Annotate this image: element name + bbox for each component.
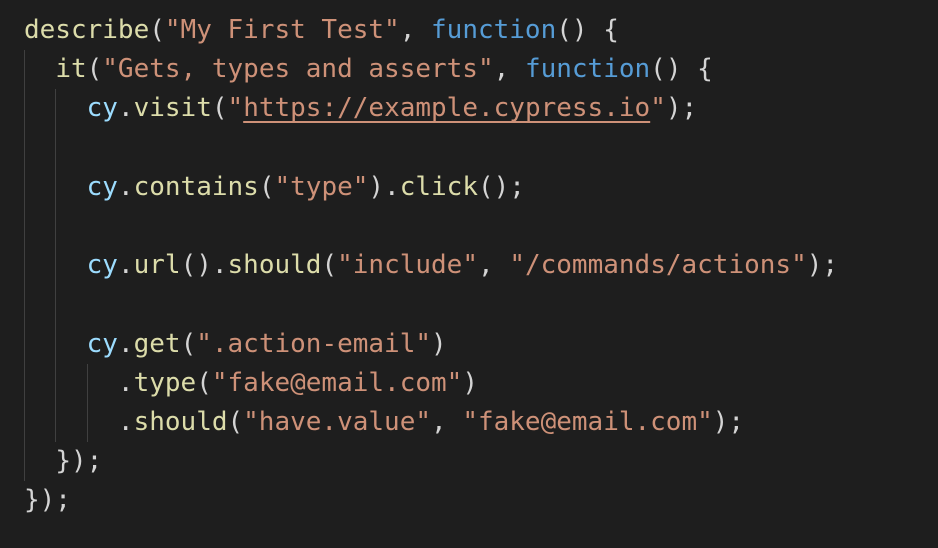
code-token: ) bbox=[462, 367, 478, 398]
code-token: (); bbox=[478, 171, 525, 202]
code-token: ".action-email" bbox=[196, 328, 432, 359]
code-token: "fake@email.com" bbox=[211, 367, 463, 398]
code-editor[interactable]: describe("My First Test", function() { i… bbox=[0, 0, 938, 548]
code-token: type bbox=[133, 367, 197, 398]
code-token: contains bbox=[133, 171, 259, 202]
code-token: "fake@email.com" bbox=[462, 406, 713, 437]
code-token: () { bbox=[556, 15, 619, 45]
code-token: . bbox=[117, 171, 134, 202]
code-line[interactable] bbox=[24, 129, 838, 168]
code-token: . bbox=[117, 250, 134, 281]
code-area[interactable]: describe("My First Test", function() { i… bbox=[24, 11, 838, 520]
code-token: . bbox=[117, 328, 134, 359]
code-token: "type" bbox=[274, 171, 369, 202]
code-token: }); bbox=[24, 485, 71, 516]
code-line[interactable]: cy.visit("https://example.cypress.io"); bbox=[24, 89, 838, 128]
code-token: "Gets, types and asserts" bbox=[102, 54, 494, 85]
code-token: " bbox=[227, 93, 244, 124]
code-token: ( bbox=[258, 171, 275, 202]
code-token: ( bbox=[211, 93, 228, 124]
code-token: (). bbox=[180, 250, 228, 281]
code-line[interactable]: }); bbox=[24, 442, 838, 481]
code-token: function bbox=[431, 15, 557, 45]
code-token: ( bbox=[86, 54, 103, 85]
code-token: should bbox=[133, 406, 228, 437]
code-line[interactable]: cy.contains("type").click(); bbox=[24, 168, 838, 207]
code-line[interactable] bbox=[24, 285, 838, 324]
code-token: "My First Test" bbox=[164, 15, 400, 45]
code-token: ) bbox=[431, 328, 447, 359]
code-line[interactable]: .type("fake@email.com") bbox=[24, 364, 838, 403]
code-token: "have.value" bbox=[243, 406, 431, 437]
code-token: }); bbox=[55, 446, 103, 477]
code-token: it bbox=[55, 54, 87, 85]
code-token: ( bbox=[196, 367, 212, 398]
code-token: cy bbox=[86, 328, 118, 359]
code-token: function bbox=[524, 54, 651, 85]
indent-guide bbox=[24, 50, 25, 482]
code-line[interactable]: .should("have.value", "fake@email.com"); bbox=[24, 403, 838, 442]
code-line[interactable]: }); bbox=[24, 481, 838, 520]
code-line[interactable] bbox=[24, 207, 838, 246]
code-token: ( bbox=[321, 250, 338, 281]
code-token: ); bbox=[806, 250, 839, 281]
code-token: , bbox=[431, 406, 463, 437]
code-token: " bbox=[650, 93, 666, 124]
code-token: get bbox=[133, 328, 181, 359]
code-token: , bbox=[493, 54, 525, 85]
code-line[interactable]: cy.url().should("include", "/commands/ac… bbox=[24, 246, 838, 285]
code-token: . bbox=[117, 367, 134, 398]
code-token: , bbox=[478, 250, 510, 281]
code-line[interactable]: cy.get(".action-email") bbox=[24, 325, 838, 364]
code-token: ). bbox=[368, 171, 400, 202]
code-line[interactable]: it("Gets, types and asserts", function()… bbox=[24, 50, 838, 89]
code-token: visit bbox=[133, 93, 212, 124]
code-token: . bbox=[117, 406, 134, 437]
code-token: click bbox=[399, 171, 478, 202]
code-token: ); bbox=[712, 406, 745, 437]
code-token: . bbox=[117, 93, 134, 124]
code-token: , bbox=[399, 15, 432, 45]
code-token: cy bbox=[86, 250, 118, 281]
code-token: "/commands/actions" bbox=[509, 250, 807, 281]
code-token: https://example.cypress.io bbox=[243, 93, 651, 124]
code-token: cy bbox=[86, 171, 118, 202]
code-token: ); bbox=[665, 93, 698, 124]
code-token: url bbox=[133, 250, 181, 281]
code-token: "include" bbox=[337, 250, 478, 281]
code-token: ( bbox=[227, 406, 244, 437]
code-token: ( bbox=[180, 328, 197, 359]
code-token: should bbox=[227, 250, 322, 281]
indent-guide bbox=[86, 363, 88, 443]
code-line[interactable]: describe("My First Test", function() { bbox=[24, 11, 838, 50]
code-token: () { bbox=[650, 54, 713, 85]
code-token: cy bbox=[86, 93, 118, 124]
code-token: describe bbox=[24, 15, 150, 45]
indent-guide bbox=[55, 89, 57, 443]
code-token: ( bbox=[149, 15, 165, 45]
